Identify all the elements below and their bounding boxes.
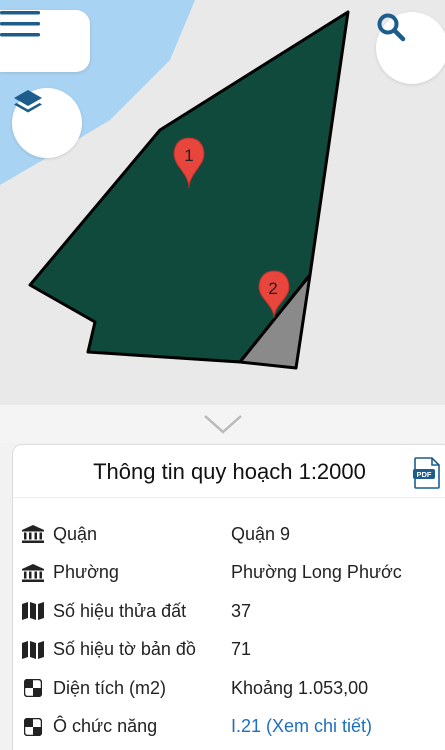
info-row-label: Quận	[53, 523, 98, 544]
view-detail-link[interactable]: I.21 (Xem chi tiết)	[231, 716, 441, 737]
panel-divider	[13, 497, 445, 498]
info-row-label: Số hiệu thửa đất	[53, 600, 187, 621]
building-icon	[21, 563, 45, 583]
info-panel: Thông tin quy hoạch 1:2000 PDF Quận Quận…	[12, 444, 445, 750]
map-icon	[21, 640, 45, 660]
info-rows: Quận Quận 9 Phường Phường Long Phước Số …	[21, 515, 441, 746]
app-screen: 1 2 Thông tin quy hoạch 1:2000 PDF Quận …	[0, 0, 445, 750]
info-row-label: Ô chức năng	[53, 716, 158, 737]
info-row-value: Khoảng 1.053,00	[231, 677, 369, 698]
info-row-parcel-number: Số hiệu thửa đất 37	[21, 592, 441, 631]
info-row-label: Phường	[53, 562, 119, 583]
checker-icon	[21, 717, 45, 737]
info-row-value: Phường Long Phước	[231, 562, 402, 583]
info-row-value: 71	[231, 639, 252, 660]
map-marker-1-label: 1	[184, 146, 193, 165]
map-icon	[21, 601, 45, 621]
layers-button[interactable]	[12, 88, 82, 158]
chevron-down-icon	[203, 415, 242, 434]
map-marker-2-label: 2	[268, 279, 277, 298]
hamburger-menu-icon	[0, 11, 40, 37]
menu-button[interactable]	[0, 10, 90, 72]
info-row-value: 37	[231, 600, 252, 621]
info-row-district: Quận Quận 9	[21, 515, 441, 554]
map-view[interactable]: 1 2	[0, 0, 445, 405]
layers-icon	[14, 90, 42, 113]
info-row-label: Diện tích (m2)	[53, 677, 167, 698]
info-row-function-zone: Ô chức năng I.21 (Xem chi tiết)	[21, 708, 441, 747]
info-row-map-sheet: Số hiệu tờ bản đồ 71	[21, 631, 441, 670]
search-button[interactable]	[376, 12, 445, 84]
collapse-handle[interactable]	[0, 405, 445, 443]
pdf-icon[interactable]: PDF	[413, 457, 441, 494]
panel-title: Thông tin quy hoạch 1:2000	[93, 459, 366, 484]
svg-text:PDF: PDF	[417, 470, 432, 479]
info-row-area: Diện tích (m2) Khoảng 1.053,00	[21, 669, 441, 708]
info-row-ward: Phường Phường Long Phước	[21, 554, 441, 593]
building-icon	[21, 524, 45, 544]
checker-icon	[21, 678, 45, 698]
info-row-label: Số hiệu tờ bản đồ	[53, 639, 196, 660]
info-row-value: Quận 9	[231, 523, 291, 544]
search-icon	[377, 13, 406, 42]
